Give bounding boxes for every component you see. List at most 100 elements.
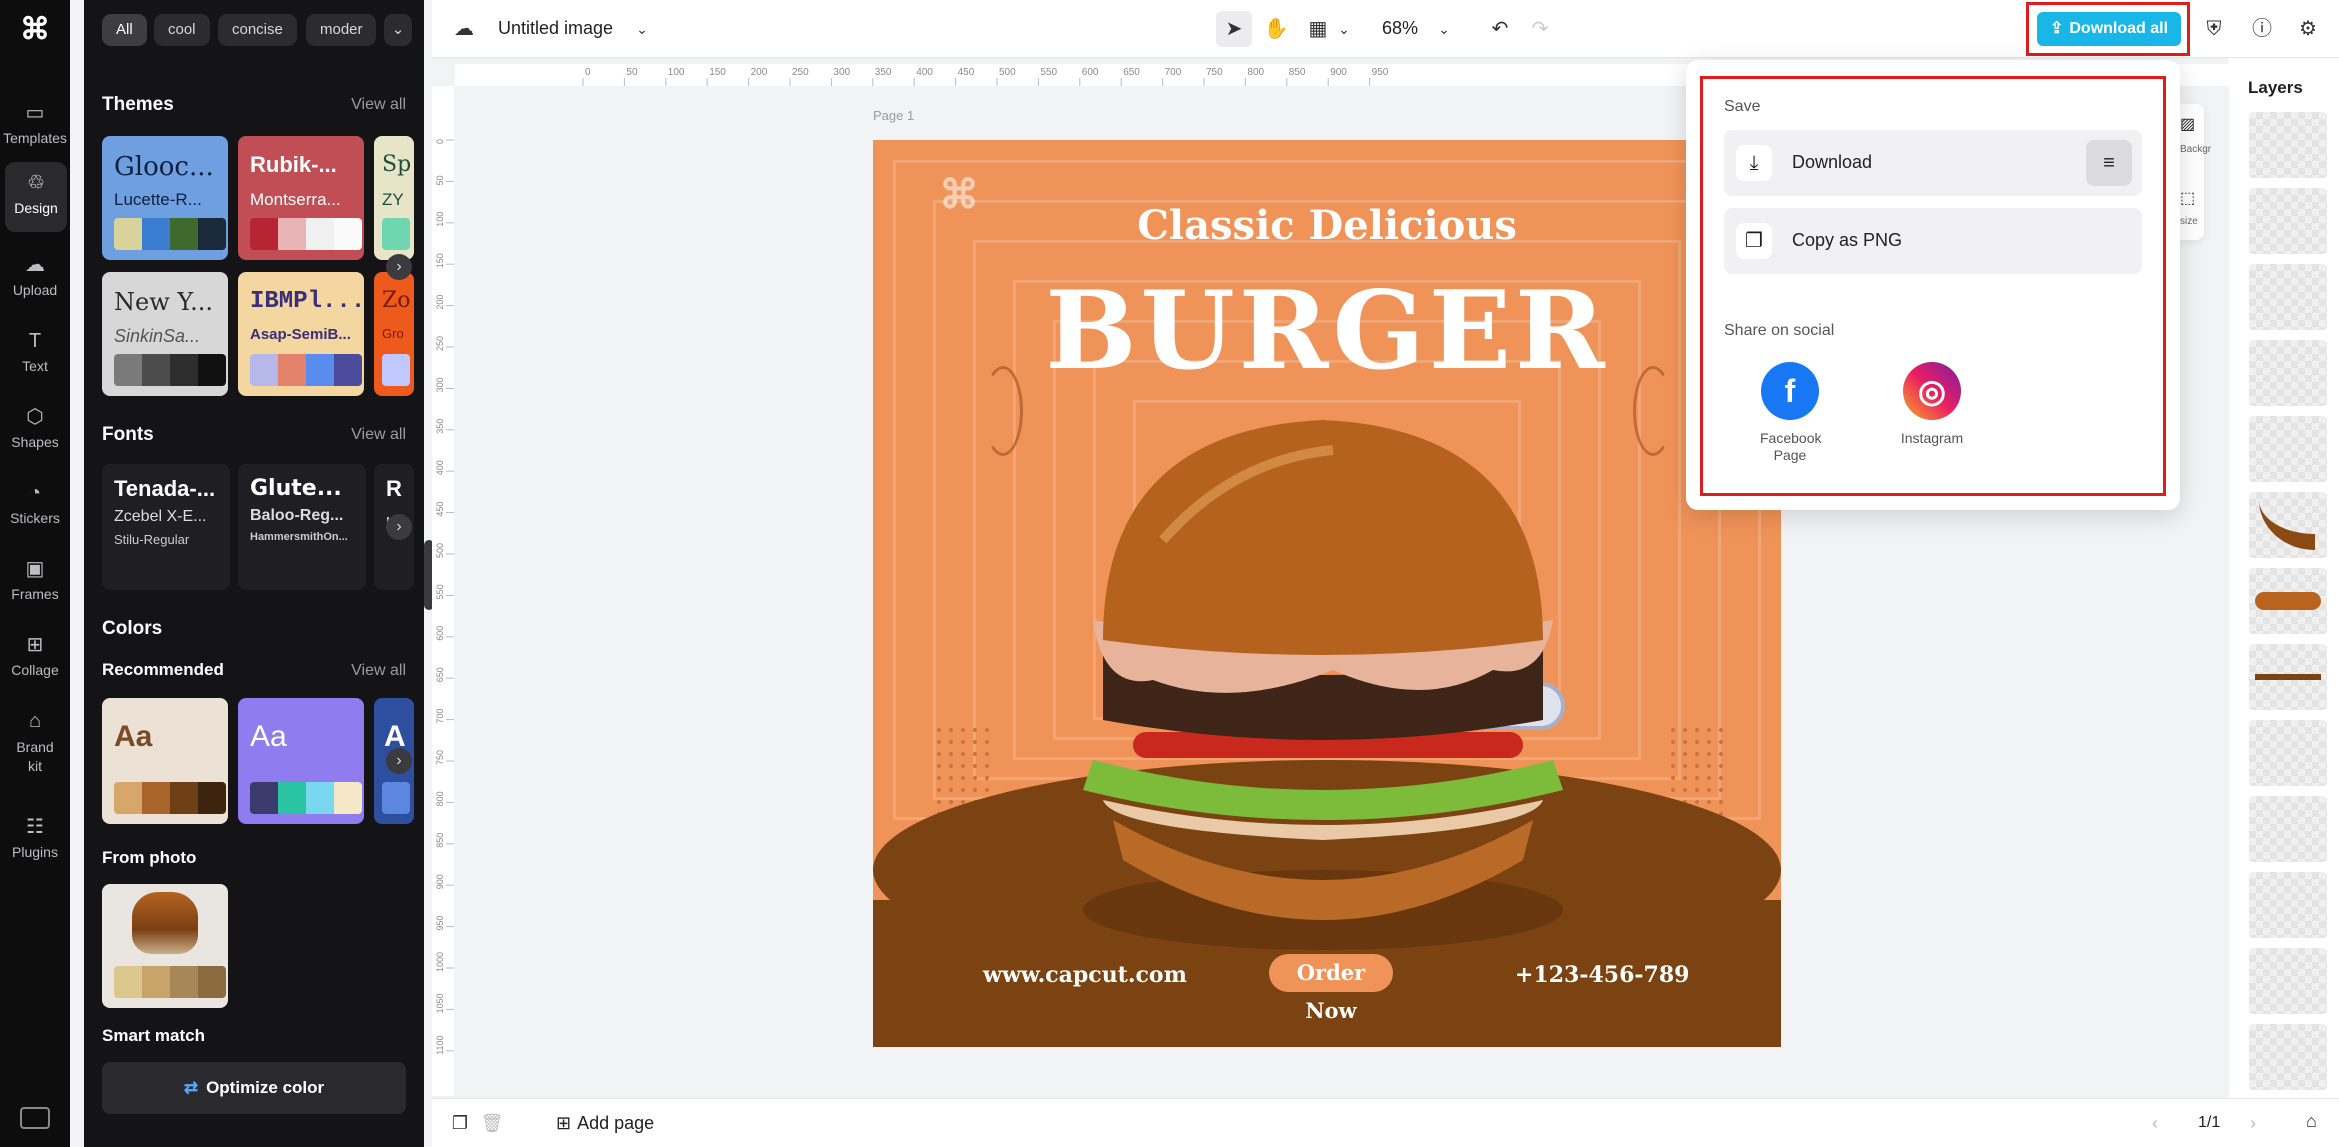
shuffle-icon: ⇄ xyxy=(184,1078,198,1097)
rail-templates[interactable]: ▭ Templates xyxy=(0,92,70,162)
themes-next-chevron-icon[interactable]: › xyxy=(386,254,412,280)
document-title[interactable]: Untitled image xyxy=(498,18,613,39)
rail-upload[interactable]: ☁ Upload xyxy=(0,244,70,314)
rail-stickers[interactable]: ◔ Stickers xyxy=(0,472,70,542)
fonts-view-all[interactable]: View all xyxy=(351,426,406,444)
next-page-icon[interactable]: › xyxy=(2250,1113,2256,1134)
theme-name: Zo xyxy=(382,288,411,313)
theme-card[interactable]: Zo Gro xyxy=(374,272,414,396)
theme-swatches xyxy=(382,354,410,386)
smart-match-label: Smart match xyxy=(102,1026,205,1046)
rail-shapes[interactable]: ⬡ Shapes xyxy=(0,396,70,466)
layer-thumbnail[interactable] xyxy=(2249,1024,2327,1090)
chip-modern[interactable]: moder xyxy=(306,14,376,46)
font-name: Tenada-... xyxy=(114,476,218,502)
poster-phone[interactable]: +123-456-789 xyxy=(1515,962,1689,988)
colors-next-chevron-icon[interactable]: › xyxy=(386,748,412,774)
zoom-chevron-down-icon[interactable]: ⌄ xyxy=(1426,11,1462,47)
instagram-share[interactable]: ◎ Instagram xyxy=(1882,362,1982,446)
copy-png-row[interactable]: ❐ Copy as PNG xyxy=(1724,208,2142,274)
poster-website[interactable]: www.capcut.com xyxy=(983,962,1187,988)
rail-label: Design xyxy=(14,200,58,216)
left-rail: ⌘ ▭ Templates ♲ Design ☁ Upload T Text ⬡… xyxy=(0,0,70,1147)
redo-icon[interactable]: ↷ xyxy=(1522,11,1558,47)
chip-cool[interactable]: cool xyxy=(154,14,210,46)
zoom-level[interactable]: 68% xyxy=(1382,18,1418,39)
rail-brand-kit[interactable]: ⌂ Brand kit xyxy=(0,700,70,786)
poster-subtitle[interactable]: Classic Delicious xyxy=(873,202,1781,249)
undo-icon[interactable]: ↶ xyxy=(1482,11,1518,47)
chip-all[interactable]: All xyxy=(102,14,147,46)
fonts-next-chevron-icon[interactable]: › xyxy=(386,514,412,540)
theme-name: Sp xyxy=(382,152,411,177)
layer-thumbnail[interactable] xyxy=(2249,340,2327,406)
layout-chevron-down-icon[interactable]: ⌄ xyxy=(1326,11,1362,47)
color-swatches xyxy=(250,782,362,814)
download-all-button[interactable]: ⇪Download all xyxy=(2037,12,2181,46)
optimize-color-button[interactable]: ⇄Optimize color xyxy=(102,1062,406,1114)
rail-design[interactable]: ♲ Design xyxy=(5,162,67,232)
rail-text[interactable]: T Text xyxy=(0,320,70,390)
pages-panel-icon[interactable]: ⌂ xyxy=(2306,1111,2317,1132)
facebook-icon: f xyxy=(1761,362,1819,420)
layer-thumbnail[interactable] xyxy=(2249,416,2327,482)
layer-thumbnail[interactable] xyxy=(2249,568,2327,634)
layer-thumbnail[interactable] xyxy=(2249,492,2327,558)
layer-thumbnail[interactable] xyxy=(2249,872,2327,938)
poster-order-now[interactable]: Order Now xyxy=(1269,954,1393,992)
font-card[interactable]: Tenada-... Zcebel X-E... Stilu-Regular xyxy=(102,464,230,590)
ruler-label: 0 xyxy=(585,67,591,78)
layer-thumbnail[interactable] xyxy=(2249,720,2327,786)
prev-page-icon[interactable]: ‹ xyxy=(2152,1113,2158,1134)
add-page-button[interactable]: ⊞Add page xyxy=(556,1113,654,1134)
layer-thumbnail[interactable] xyxy=(2249,644,2327,710)
layer-thumbnail[interactable] xyxy=(2249,796,2327,862)
themes-view-all[interactable]: View all xyxy=(351,96,406,114)
theme-card[interactable]: New Y... SinkinSa... xyxy=(102,272,228,396)
download-row[interactable]: ⤓ Download ≡ xyxy=(1724,130,2142,196)
theme-card[interactable]: IBMPl... Asap-SemiB... xyxy=(238,272,364,396)
help-icon[interactable]: ⓘ xyxy=(2244,11,2280,47)
rail-plugins[interactable]: ☷ Plugins xyxy=(0,806,70,876)
facebook-share[interactable]: f Facebook Page xyxy=(1740,362,1840,464)
ruler-label: 800 xyxy=(1247,67,1264,78)
color-card[interactable]: Aa xyxy=(238,698,364,824)
color-card[interactable]: Aa xyxy=(102,698,228,824)
font-card[interactable]: Glute... Baloo-Reg... HammersmithOn... xyxy=(238,464,366,590)
plugins-icon: ☷ xyxy=(22,814,48,840)
ruler-label: 150 xyxy=(709,67,726,78)
background-icon[interactable]: ▨ xyxy=(2180,114,2195,134)
settings-gear-icon[interactable]: ⚙ xyxy=(2290,11,2326,47)
resize-icon[interactable]: ⬚ xyxy=(2180,188,2195,208)
hand-pan-icon[interactable]: ✋ xyxy=(1258,11,1294,47)
from-photo-label: From photo xyxy=(102,848,196,868)
photo-color-card[interactable] xyxy=(102,884,228,1008)
shield-icon[interactable]: ⛨ xyxy=(2196,11,2232,47)
chip-concise[interactable]: concise xyxy=(218,14,297,46)
cloud-sync-icon[interactable]: ☁ xyxy=(446,11,482,47)
layer-thumbnail[interactable] xyxy=(2249,112,2327,178)
chips-more-chevron-icon[interactable]: ⌄ xyxy=(384,14,412,46)
rail-frames[interactable]: ▣ Frames xyxy=(0,548,70,618)
keyboard-shortcuts-icon[interactable] xyxy=(20,1107,50,1129)
burger-poster[interactable]: ⌘ Classic Delicious BURGER www.capcut.co… xyxy=(873,140,1781,1047)
title-chevron-down-icon[interactable]: ⌄ xyxy=(624,11,660,47)
select-cursor-icon[interactable]: ➤ xyxy=(1216,11,1252,47)
ruler-label: 450 xyxy=(435,502,445,517)
delete-page-icon[interactable]: 🗑 xyxy=(474,1105,510,1141)
layer-thumbnail[interactable] xyxy=(2249,188,2327,254)
layer-thumbnail[interactable] xyxy=(2249,264,2327,330)
photo-swatches xyxy=(114,966,226,998)
theme-card[interactable]: Sp ZY xyxy=(374,136,414,260)
layer-thumbnail[interactable] xyxy=(2249,948,2327,1014)
download-settings-sliders-icon[interactable]: ≡ xyxy=(2086,140,2132,186)
capcut-logo-icon[interactable]: ⌘ xyxy=(17,12,53,48)
font-sub2: Stilu-Regular xyxy=(114,532,218,547)
theme-card[interactable]: Rubik-... Montserra... xyxy=(238,136,364,260)
rail-collage[interactable]: ⊞ Collage xyxy=(0,624,70,694)
instagram-icon: ◎ xyxy=(1903,362,1961,420)
duplicate-page-icon[interactable]: ❐ xyxy=(442,1105,478,1141)
colors-view-all[interactable]: View all xyxy=(351,662,406,680)
theme-card[interactable]: Glooc... Lucette-R... xyxy=(102,136,228,260)
swirl-decoration xyxy=(983,366,1023,456)
